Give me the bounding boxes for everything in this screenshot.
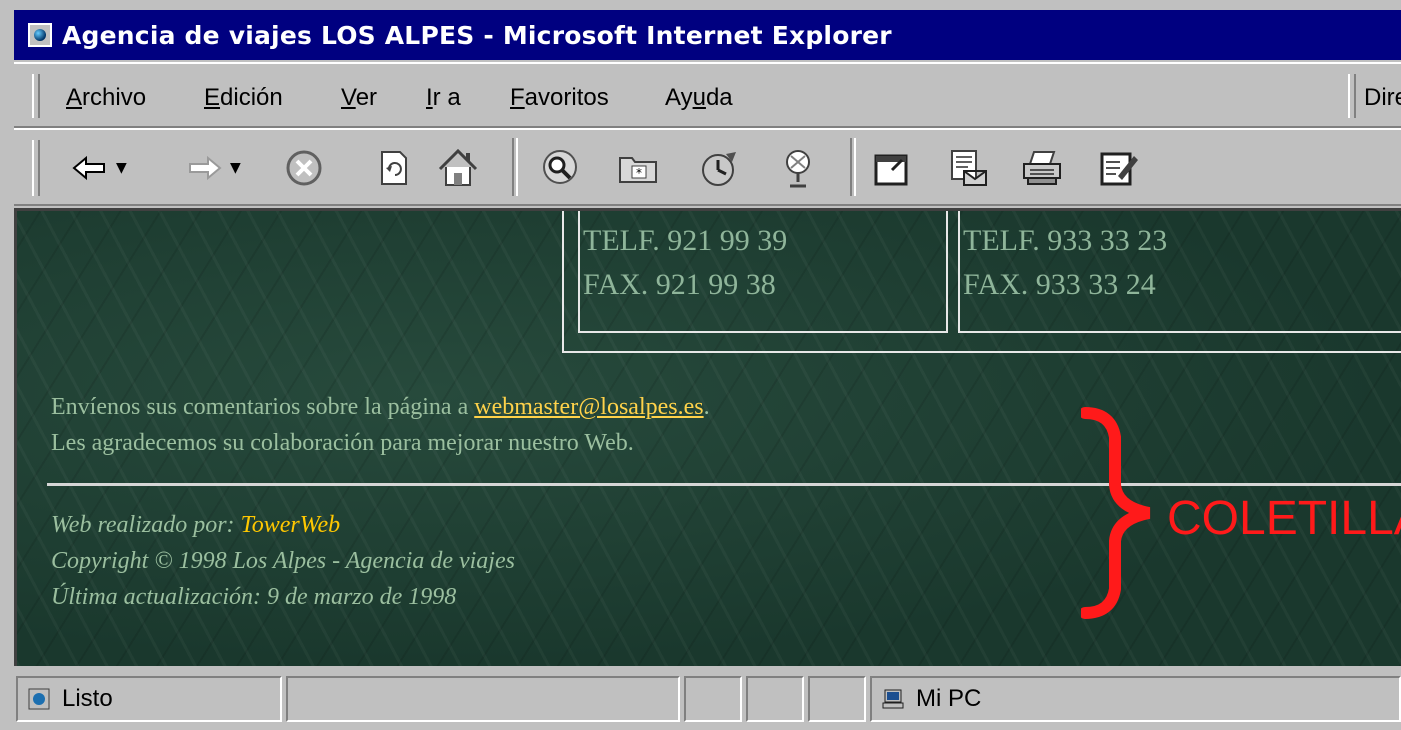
office-2-phone: TELF. 933 33 23 bbox=[963, 224, 1168, 257]
search-button[interactable] bbox=[536, 140, 584, 196]
refresh-button[interactable] bbox=[370, 140, 418, 196]
feedback-text: Envíenos sus comentarios sobre la página… bbox=[51, 389, 710, 461]
status-progress-cell bbox=[286, 676, 680, 722]
history-icon bbox=[702, 152, 736, 186]
ie-page-icon bbox=[28, 23, 52, 47]
feedback-suffix: . bbox=[703, 394, 710, 420]
forward-dropdown-icon[interactable]: ▼ bbox=[230, 160, 241, 176]
page-content: TELF. 921 99 39 FAX. 921 99 38 TELF. 933… bbox=[14, 208, 1401, 666]
toolbar-separator bbox=[512, 138, 518, 196]
thanks-text: Les agradecemos su colaboración para mej… bbox=[51, 430, 634, 456]
menu-bar-grip[interactable] bbox=[32, 74, 40, 118]
svg-text:*: * bbox=[636, 166, 642, 180]
fullscreen-icon bbox=[874, 154, 908, 186]
last-updated-text: Última actualización: 9 de marzo de 1998 bbox=[51, 584, 457, 610]
address-label[interactable]: Dire bbox=[1364, 84, 1401, 112]
office-2-contact: TELF. 933 33 23 FAX. 933 33 24 bbox=[963, 219, 1167, 307]
made-by-label: Web realizado por: bbox=[51, 512, 235, 538]
security-zone-cell[interactable]: Mi PC bbox=[870, 676, 1401, 722]
computer-icon bbox=[882, 689, 904, 709]
menu-bar: Archivo Edición Ver Ir a Favoritos Ayuda… bbox=[14, 62, 1401, 128]
back-dropdown-icon[interactable]: ▼ bbox=[116, 160, 127, 176]
office-1-phone: TELF. 921 99 39 bbox=[583, 224, 788, 257]
channels-icon bbox=[786, 150, 810, 188]
fullscreen-button[interactable] bbox=[868, 140, 916, 196]
channels-button[interactable] bbox=[774, 140, 822, 196]
office-2-fax: FAX. 933 33 24 bbox=[963, 268, 1156, 301]
red-brace-annotation bbox=[1081, 407, 1151, 619]
search-icon bbox=[543, 150, 577, 184]
horizontal-rule bbox=[47, 483, 1401, 486]
toolbar-grip[interactable] bbox=[32, 140, 40, 196]
office-1-contact: TELF. 921 99 39 FAX. 921 99 38 bbox=[583, 219, 787, 307]
office-1-fax: FAX. 921 99 38 bbox=[583, 268, 776, 301]
back-icon bbox=[72, 155, 105, 181]
home-button[interactable] bbox=[434, 140, 482, 196]
print-button[interactable] bbox=[1018, 140, 1066, 196]
status-cell-empty bbox=[684, 676, 742, 722]
feedback-prefix: Envíenos sus comentarios sobre la página… bbox=[51, 394, 469, 420]
forward-icon bbox=[189, 155, 222, 181]
status-bar: Listo Mi PC bbox=[14, 670, 1401, 730]
window-title: Agencia de viajes LOS ALPES - Microsoft … bbox=[62, 20, 892, 50]
favorites-button[interactable]: * bbox=[614, 140, 662, 196]
address-bar-grip[interactable] bbox=[1348, 74, 1356, 118]
credits: Web realizado por: TowerWeb Copyright © … bbox=[51, 507, 515, 615]
toolbar-separator bbox=[850, 138, 856, 196]
edit-button[interactable] bbox=[1094, 140, 1142, 196]
webmaster-email-link[interactable]: webmaster@losalpes.es bbox=[474, 394, 703, 420]
menu-edicion[interactable]: Edición bbox=[204, 84, 283, 112]
menu-ir-a[interactable]: Ir a bbox=[426, 84, 461, 112]
security-zone-label: Mi PC bbox=[916, 685, 982, 712]
page-status-icon bbox=[28, 688, 50, 710]
standard-toolbar: ▼ ▼ * bbox=[14, 128, 1401, 206]
coletilla-annotation: COLETILLA bbox=[1167, 492, 1401, 545]
print-icon bbox=[1023, 151, 1061, 185]
menu-favoritos[interactable]: Favoritos bbox=[510, 84, 609, 112]
forward-button[interactable] bbox=[180, 140, 228, 196]
edit-icon bbox=[1100, 152, 1138, 186]
mail-icon bbox=[951, 150, 987, 186]
title-bar[interactable]: Agencia de viajes LOS ALPES - Microsoft … bbox=[14, 10, 1401, 60]
copyright-text: Copyright © 1998 Los Alpes - Agencia de … bbox=[51, 548, 515, 574]
mail-button[interactable] bbox=[944, 140, 992, 196]
towerweb-link[interactable]: TowerWeb bbox=[241, 512, 341, 538]
favorites-icon: * bbox=[619, 157, 657, 183]
back-button[interactable] bbox=[66, 140, 114, 196]
status-text: Listo bbox=[62, 685, 113, 712]
home-icon bbox=[438, 148, 478, 186]
status-cell-empty bbox=[746, 676, 804, 722]
status-text-cell: Listo bbox=[16, 676, 282, 722]
history-button[interactable] bbox=[694, 140, 742, 196]
stop-icon bbox=[286, 150, 322, 186]
menu-archivo[interactable]: Archivo bbox=[66, 84, 146, 112]
status-cell-empty bbox=[808, 676, 866, 722]
menu-ayuda[interactable]: Ayuda bbox=[665, 84, 733, 112]
menu-ver[interactable]: Ver bbox=[341, 84, 377, 112]
stop-button[interactable] bbox=[280, 140, 328, 196]
refresh-icon bbox=[381, 151, 407, 185]
